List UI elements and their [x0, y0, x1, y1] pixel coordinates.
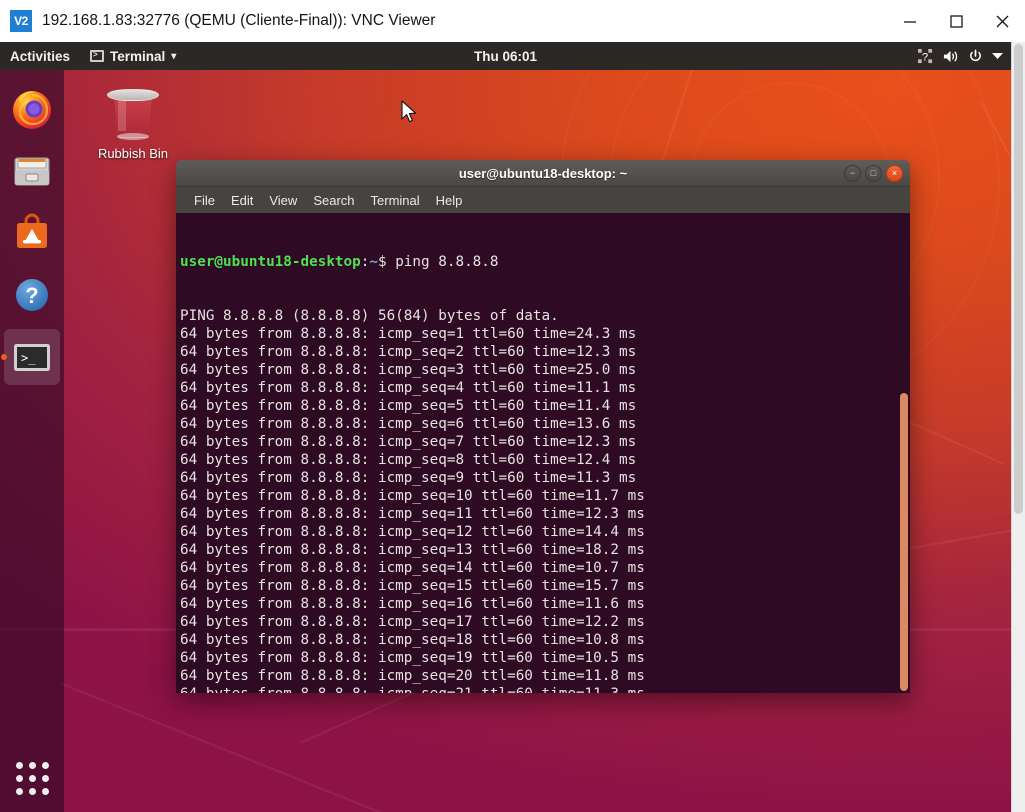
trash-icon — [106, 84, 160, 142]
terminal-window[interactable]: user@ubuntu18-desktop: ~ − □ × File Edit — [176, 160, 910, 693]
terminal-output-lines: PING 8.8.8.8 (8.8.8.8) 56(84) bytes of d… — [180, 307, 910, 693]
terminal-line: 64 bytes from 8.8.8.8: icmp_seq=9 ttl=60… — [180, 469, 910, 487]
gnome-top-bar: Activities Terminal ▾ Thu 06:01 ? — [0, 42, 1011, 70]
vnc-window-controls — [887, 0, 1025, 42]
terminal-line: 64 bytes from 8.8.8.8: icmp_seq=7 ttl=60… — [180, 433, 910, 451]
terminal-prompt-line: user@ubuntu18-desktop:~$ ping 8.8.8.8 — [180, 253, 910, 271]
menu-terminal[interactable]: Terminal — [363, 191, 428, 210]
terminal-output-area[interactable]: user@ubuntu18-desktop:~$ ping 8.8.8.8 PI… — [176, 213, 910, 693]
terminal-icon: >_ — [9, 334, 55, 380]
apps-grid-icon — [16, 762, 49, 795]
svg-text:?: ? — [922, 51, 928, 63]
terminal-line: 64 bytes from 8.8.8.8: icmp_seq=18 ttl=6… — [180, 631, 910, 649]
power-icon — [968, 49, 983, 64]
terminal-line: 64 bytes from 8.8.8.8: icmp_seq=14 ttl=6… — [180, 559, 910, 577]
menu-file[interactable]: File — [186, 191, 223, 210]
terminal-line: 64 bytes from 8.8.8.8: icmp_seq=20 ttl=6… — [180, 667, 910, 685]
terminal-close-button[interactable]: × — [886, 165, 903, 182]
firefox-icon — [9, 86, 55, 132]
terminal-line: 64 bytes from 8.8.8.8: icmp_seq=10 ttl=6… — [180, 487, 910, 505]
terminal-line: 64 bytes from 8.8.8.8: icmp_seq=3 ttl=60… — [180, 361, 910, 379]
terminal-text: user@ubuntu18-desktop:~$ ping 8.8.8.8 PI… — [176, 213, 910, 693]
terminal-maximize-button[interactable]: □ — [865, 165, 882, 182]
terminal-line: PING 8.8.8.8 (8.8.8.8) 56(84) bytes of d… — [180, 307, 910, 325]
activities-button[interactable]: Activities — [10, 49, 70, 64]
terminal-line: 64 bytes from 8.8.8.8: icmp_seq=1 ttl=60… — [180, 325, 910, 343]
minimize-icon[interactable] — [887, 0, 933, 42]
terminal-line: 64 bytes from 8.8.8.8: icmp_seq=12 ttl=6… — [180, 523, 910, 541]
terminal-command: ping 8.8.8.8 — [395, 254, 498, 270]
desktop-icon-label: Rubbish Bin — [88, 146, 178, 161]
terminal-menubar: File Edit View Search Terminal Help — [176, 187, 910, 213]
terminal-scrollbar-thumb[interactable] — [900, 393, 908, 691]
prompt-user-host: user@ubuntu18-desktop — [180, 254, 361, 270]
vnc-logo-icon: V2 — [10, 10, 32, 32]
svg-text:>_: >_ — [21, 351, 36, 365]
vnc-window-title: 192.168.1.83:32776 (QEMU (Cliente-Final)… — [42, 12, 435, 30]
chevron-down-icon: ▾ — [171, 51, 176, 62]
menu-edit[interactable]: Edit — [223, 191, 261, 210]
files-icon — [9, 148, 55, 194]
minimize-icon: − — [850, 169, 855, 178]
terminal-icon — [90, 50, 104, 62]
terminal-line: 64 bytes from 8.8.8.8: icmp_seq=8 ttl=60… — [180, 451, 910, 469]
terminal-line: 64 bytes from 8.8.8.8: icmp_seq=19 ttl=6… — [180, 649, 910, 667]
terminal-scrollbar[interactable] — [898, 213, 910, 693]
dock-item-firefox[interactable] — [0, 78, 64, 140]
terminal-line: 64 bytes from 8.8.8.8: icmp_seq=17 ttl=6… — [180, 613, 910, 631]
show-applications-button[interactable] — [0, 750, 64, 806]
help-icon: ? — [9, 272, 55, 318]
status-indicators[interactable]: ? — [918, 49, 1003, 64]
terminal-line: 64 bytes from 8.8.8.8: icmp_seq=11 ttl=6… — [180, 505, 910, 523]
terminal-window-title: user@ubuntu18-desktop: ~ — [459, 166, 627, 181]
dock-item-files[interactable] — [0, 140, 64, 202]
volume-icon — [942, 49, 959, 64]
vnc-scrollbar-thumb[interactable] — [1014, 44, 1023, 514]
terminal-minimize-button[interactable]: − — [844, 165, 861, 182]
prompt-symbol: $ — [378, 254, 395, 270]
close-icon: × — [892, 169, 897, 178]
terminal-titlebar[interactable]: user@ubuntu18-desktop: ~ − □ × — [176, 160, 910, 187]
app-menu-button[interactable]: Terminal ▾ — [90, 49, 176, 64]
dock-item-help[interactable]: ? — [0, 264, 64, 326]
terminal-line: 64 bytes from 8.8.8.8: icmp_seq=2 ttl=60… — [180, 343, 910, 361]
menu-view[interactable]: View — [261, 191, 305, 210]
close-icon[interactable] — [979, 0, 1025, 42]
dock-item-terminal[interactable]: >_ — [0, 326, 64, 388]
svg-text:?: ? — [25, 283, 38, 308]
terminal-line: 64 bytes from 8.8.8.8: icmp_seq=4 ttl=60… — [180, 379, 910, 397]
vnc-vertical-scrollbar[interactable] — [1011, 42, 1025, 812]
maximize-icon: □ — [871, 169, 876, 178]
ubuntu-software-icon — [9, 210, 55, 256]
dock-item-ubuntu-software[interactable] — [0, 202, 64, 264]
accessibility-icon: ? — [918, 49, 933, 64]
terminal-window-controls: − □ × — [844, 160, 903, 187]
menu-help[interactable]: Help — [428, 191, 471, 210]
menu-search[interactable]: Search — [305, 191, 362, 210]
screen-root: V2 192.168.1.83:32776 (QEMU (Cliente-Fin… — [0, 0, 1025, 812]
prompt-path: ~ — [369, 254, 378, 270]
dock-items: ? >_ — [0, 78, 64, 388]
terminal-line: 64 bytes from 8.8.8.8: icmp_seq=5 ttl=60… — [180, 397, 910, 415]
launcher-dock: ? >_ — [0, 70, 64, 812]
chevron-down-icon — [992, 52, 1003, 60]
vnc-viewer-titlebar: V2 192.168.1.83:32776 (QEMU (Cliente-Fin… — [0, 0, 1025, 42]
desktop-icon-rubbish-bin[interactable]: Rubbish Bin — [88, 84, 178, 161]
terminal-line: 64 bytes from 8.8.8.8: icmp_seq=6 ttl=60… — [180, 415, 910, 433]
terminal-line: 64 bytes from 8.8.8.8: icmp_seq=21 ttl=6… — [180, 685, 910, 693]
app-menu-label: Terminal — [110, 49, 165, 64]
terminal-line: 64 bytes from 8.8.8.8: icmp_seq=13 ttl=6… — [180, 541, 910, 559]
terminal-line: 64 bytes from 8.8.8.8: icmp_seq=16 ttl=6… — [180, 595, 910, 613]
terminal-line: 64 bytes from 8.8.8.8: icmp_seq=15 ttl=6… — [180, 577, 910, 595]
maximize-icon[interactable] — [933, 0, 979, 42]
vnc-remote-desktop[interactable]: Activities Terminal ▾ Thu 06:01 ? — [0, 42, 1011, 812]
